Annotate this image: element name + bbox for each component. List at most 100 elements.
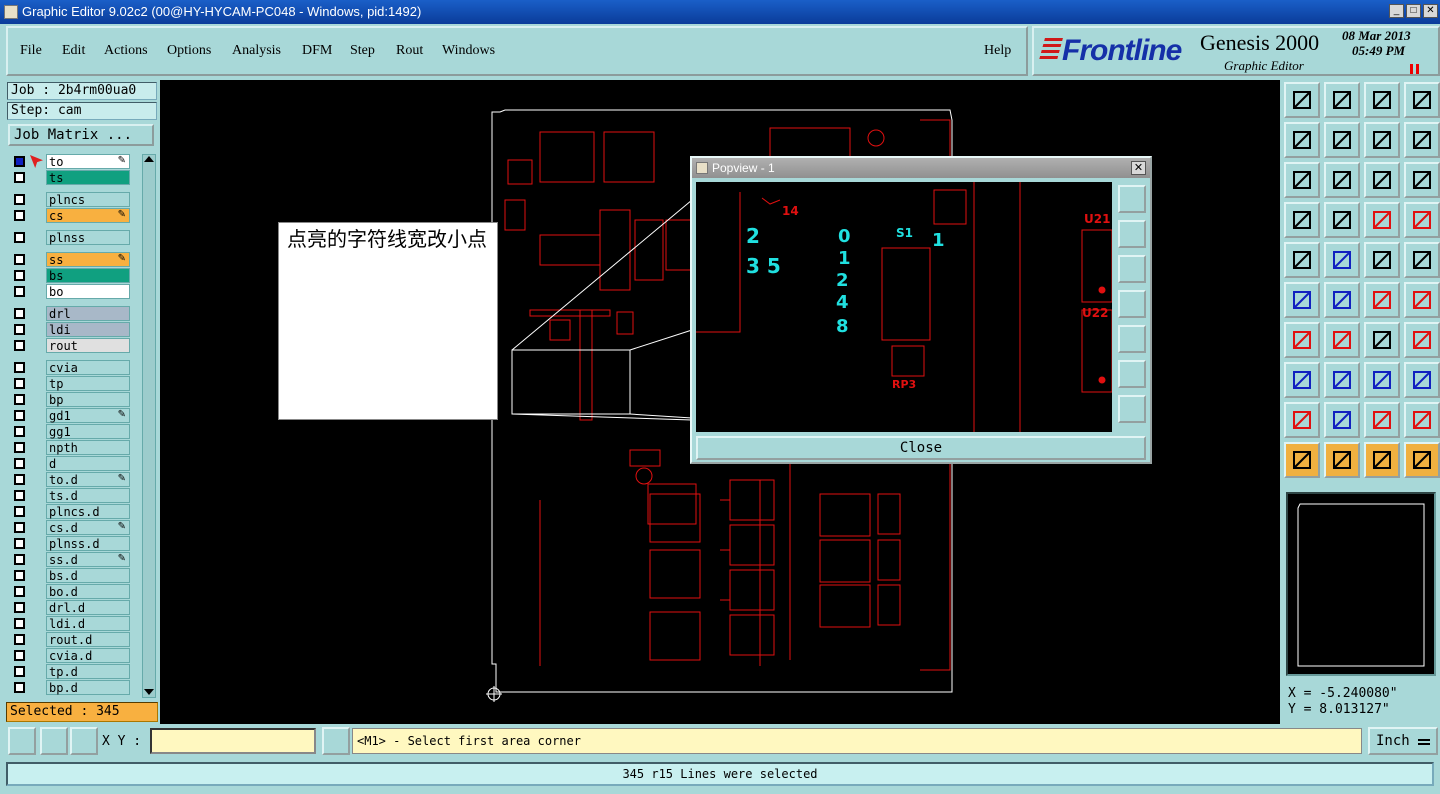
layer-checkbox[interactable]	[14, 586, 25, 597]
layer-checkbox[interactable]	[14, 506, 25, 517]
tri2-icon[interactable]	[1324, 402, 1360, 438]
layer-name[interactable]: bs.d	[46, 568, 130, 583]
layer-row[interactable]: tp	[10, 376, 132, 391]
measure-button[interactable]	[40, 727, 68, 755]
layer-row[interactable]: bs	[10, 268, 132, 283]
popview-canvas[interactable]: 23 5 0 S1 1 1 2 4 8 U21 U22 RP3 14	[696, 182, 1112, 432]
popview-home-button[interactable]	[1118, 395, 1146, 423]
layer-checkbox[interactable]	[14, 362, 25, 373]
layer-name[interactable]: npth	[46, 440, 130, 455]
layer-row[interactable]: ss ✎	[10, 252, 132, 267]
layer-checkbox[interactable]	[14, 538, 25, 549]
layer-row[interactable]: bo.d	[10, 584, 132, 599]
layer-name[interactable]: d	[46, 456, 130, 471]
layer-name[interactable]: tp	[46, 376, 130, 391]
diagonal-icon[interactable]	[1324, 322, 1360, 358]
layer-row[interactable]: bp	[10, 392, 132, 407]
popview-pan-right-button[interactable]	[1118, 325, 1146, 353]
layer-checkbox[interactable]	[14, 602, 25, 613]
angle-icon[interactable]	[1284, 322, 1320, 358]
cross-icon[interactable]	[1324, 282, 1360, 318]
layer-name[interactable]: bo.d	[46, 584, 130, 599]
grid-button[interactable]	[70, 727, 98, 755]
layer-checkbox[interactable]	[14, 324, 25, 335]
layer-checkbox[interactable]	[14, 618, 25, 629]
width-icon[interactable]	[1364, 362, 1400, 398]
overview-preview[interactable]	[1286, 492, 1436, 676]
layer-checkbox[interactable]	[14, 570, 25, 581]
layer-row[interactable]: ts.d	[10, 488, 132, 503]
ratio-icon[interactable]	[1364, 162, 1400, 198]
layer-row[interactable]: bs.d	[10, 568, 132, 583]
layer-name[interactable]: bp	[46, 392, 130, 407]
layer-row[interactable]: cs.d ✎	[10, 520, 132, 535]
layer-checkbox[interactable]	[14, 156, 25, 167]
menu-step[interactable]: Step	[350, 43, 375, 59]
home-icon[interactable]	[1364, 82, 1400, 118]
layer-name[interactable]: bs	[46, 268, 130, 283]
layer-checkbox[interactable]	[14, 666, 25, 677]
save-icon[interactable]	[1284, 82, 1320, 118]
snap-icon[interactable]	[1284, 202, 1320, 238]
tri4-icon[interactable]	[1404, 402, 1440, 438]
layer-row[interactable]: ss.d ✎	[10, 552, 132, 567]
layer-row[interactable]: ldi	[10, 322, 132, 337]
layer-checkbox[interactable]	[14, 308, 25, 319]
popview-zoom-up-button[interactable]	[1118, 220, 1146, 248]
layer-name[interactable]: rout	[46, 338, 130, 353]
layer-checkbox[interactable]	[14, 254, 25, 265]
redo-icon[interactable]	[1404, 122, 1440, 158]
ruler-icon[interactable]	[1364, 242, 1400, 278]
layer-checkbox[interactable]	[14, 650, 25, 661]
layer-row[interactable]: ldi.d	[10, 616, 132, 631]
zoom-area-button[interactable]	[8, 727, 36, 755]
select-icon[interactable]	[1284, 442, 1320, 478]
layer-row[interactable]: tp.d	[10, 664, 132, 679]
layer-checkbox[interactable]	[14, 270, 25, 281]
layer-row[interactable]: to ✎	[10, 154, 132, 169]
layer-checkbox[interactable]	[14, 194, 25, 205]
menu-rout[interactable]: Rout	[396, 43, 423, 59]
grid-icon[interactable]	[1324, 202, 1360, 238]
maximize-button[interactable]: □	[1406, 4, 1421, 18]
layer-row[interactable]: gg1	[10, 424, 132, 439]
scroll-up-icon[interactable]	[144, 156, 154, 162]
zoom-fit-icon[interactable]	[1284, 162, 1320, 198]
layer-row[interactable]: cs ✎	[10, 208, 132, 223]
layer-row[interactable]: gd1 ✎	[10, 408, 132, 423]
layer-checkbox[interactable]	[14, 210, 25, 221]
layer-name[interactable]: tp.d	[46, 664, 130, 679]
layer-checkbox[interactable]	[14, 340, 25, 351]
tri1-icon[interactable]	[1284, 402, 1320, 438]
layer-row[interactable]: drl	[10, 306, 132, 321]
layer-checkbox[interactable]	[14, 232, 25, 243]
layer-name[interactable]: plnss.d	[46, 536, 130, 551]
layer-row[interactable]: d	[10, 456, 132, 471]
layer-name[interactable]: plncs.d	[46, 504, 130, 519]
layer-row[interactable]: cvia.d	[10, 648, 132, 663]
popview-zoom-down-button[interactable]	[1118, 255, 1146, 283]
layer-row[interactable]: bp.d	[10, 680, 132, 695]
layer-name[interactable]: drl.d	[46, 600, 130, 615]
scroll-down-icon[interactable]	[144, 689, 154, 695]
layer-checkbox[interactable]	[14, 634, 25, 645]
undo-icon[interactable]	[1364, 122, 1400, 158]
zoom-center-icon[interactable]	[1324, 162, 1360, 198]
layer-checkbox[interactable]	[14, 522, 25, 533]
xy-input[interactable]	[150, 728, 316, 754]
info-button[interactable]	[322, 727, 350, 755]
popview-close-button[interactable]: Close	[696, 436, 1146, 460]
menu-actions[interactable]: Actions	[104, 43, 148, 59]
layer-row[interactable]: npth	[10, 440, 132, 455]
popview-titlebar[interactable]: Popview - 1 ✕	[692, 158, 1150, 178]
layer-row[interactable]: rout.d	[10, 632, 132, 647]
rotate-icon[interactable]	[1364, 322, 1400, 358]
menu-help[interactable]: Help	[984, 43, 1011, 59]
layer-row[interactable]: bo	[10, 284, 132, 299]
graphic-canvas[interactable]: 点亮的字符线宽改小点 Popview - 1 ✕ 2 3 5 0 S1 1 1 …	[160, 80, 1280, 724]
layer-move-icon[interactable]	[1404, 202, 1440, 238]
layer-row[interactable]: cvia	[10, 360, 132, 375]
layer-row[interactable]: plncs.d	[10, 504, 132, 519]
popview-close-icon[interactable]: ✕	[1131, 161, 1146, 175]
layer-scrollbar[interactable]	[142, 154, 156, 698]
